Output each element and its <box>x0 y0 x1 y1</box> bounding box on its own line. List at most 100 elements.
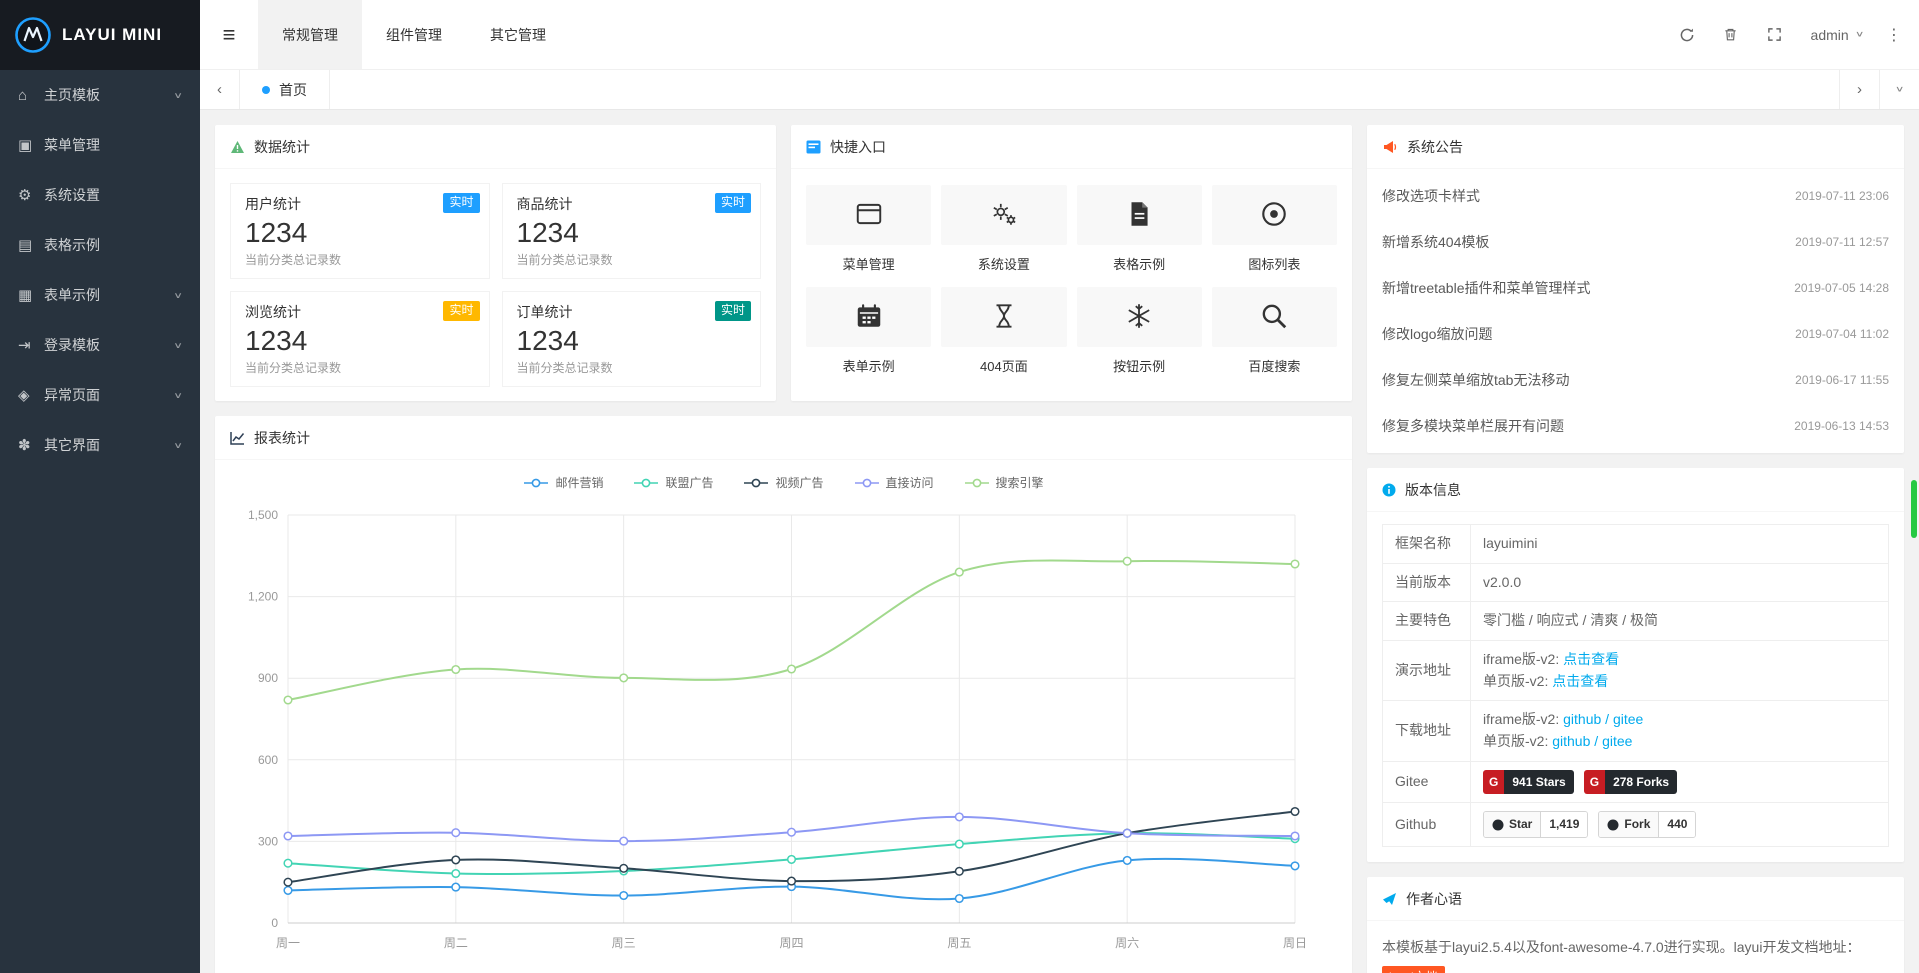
logo-icon <box>14 16 52 54</box>
framework-name: layuimini <box>1471 525 1889 564</box>
layui-doc-badge[interactable]: layui文档 <box>1382 966 1445 973</box>
announcement-text: 修改logo缩放问题 <box>1382 324 1492 344</box>
legend-marker <box>523 478 549 488</box>
demo-link-onepage[interactable]: 点击查看 <box>1552 673 1608 689</box>
quick-entry-icons[interactable]: 图标列表 <box>1212 185 1337 273</box>
quick-entry-form[interactable]: 表单示例 <box>806 287 931 375</box>
announcement-item[interactable]: 新增系统404模板2019-07-11 12:57 <box>1382 219 1889 265</box>
window-icon: ▣ <box>18 136 44 154</box>
announcement-text: 新增系统404模板 <box>1382 232 1489 252</box>
paper-plane-icon <box>1382 892 1397 906</box>
quick-entry-baidu[interactable]: 百度搜索 <box>1212 287 1337 375</box>
stat-desc: 当前分类总记录数 <box>245 359 475 376</box>
stat-value: 1234 <box>245 217 475 249</box>
tab-strip: ‹ 首页 › ∨ <box>200 70 1919 110</box>
sidebar-item-label: 其它界面 <box>44 435 174 455</box>
report-line-chart: 03006009001,2001,500周一周二周三周四周五周六周日 <box>230 497 1335 967</box>
realtime-badge: 实时 <box>443 193 479 213</box>
svg-text:1,500: 1,500 <box>248 508 278 522</box>
tab-active-dot <box>262 86 270 94</box>
realtime-badge: 实时 <box>715 193 751 213</box>
sidebar-item-label: 登录模板 <box>44 335 174 355</box>
stat-value: 1234 <box>517 325 747 357</box>
gitee-badge[interactable]: G941 Stars <box>1483 770 1574 795</box>
github-badge[interactable]: Fork440 <box>1598 811 1696 838</box>
legend-item[interactable]: 直接访问 <box>854 474 934 491</box>
stat-desc: 当前分类总记录数 <box>517 359 747 376</box>
stat-box: 实时用户统计1234当前分类总记录数 <box>230 183 490 279</box>
file-icon: ▤ <box>18 236 44 254</box>
header-tab-general[interactable]: 常规管理 <box>258 0 362 69</box>
header-tabs: 常规管理组件管理其它管理 <box>258 0 570 69</box>
report-card: 报表统计 邮件营销联盟广告视频广告直接访问搜索引擎 03006009001,20… <box>215 416 1352 973</box>
svg-text:周日: 周日 <box>1283 936 1307 950</box>
quick-entry-card: 快捷入口 菜单管理系统设置表格示例图标列表表单示例404页面按钮示例百度搜索 <box>791 125 1352 401</box>
svg-text:周一: 周一 <box>276 936 300 950</box>
announcement-item[interactable]: 修复左侧菜单缩放tab无法移动2019-06-17 11:55 <box>1382 357 1889 403</box>
chevron-down-icon: ∨ <box>173 90 183 100</box>
fullscreen-icon[interactable] <box>1753 0 1797 69</box>
sidebar-item-login[interactable]: ⇥登录模板∨ <box>0 320 200 370</box>
quick-entry-table[interactable]: 表格示例 <box>1077 185 1202 273</box>
scrollbar-thumb[interactable] <box>1911 480 1917 538</box>
more-menu-icon[interactable]: ⋮ <box>1877 0 1911 69</box>
legend-item[interactable]: 邮件营销 <box>523 474 603 491</box>
announcement-item[interactable]: 新增treetable插件和菜单管理样式2019-07-05 14:28 <box>1382 265 1889 311</box>
quick-entry-settings[interactable]: 系统设置 <box>941 185 1066 273</box>
tab-scroll-left-icon[interactable]: ‹ <box>200 70 240 109</box>
sidebar-item-home[interactable]: ⌂主页模板∨ <box>0 70 200 120</box>
sidebar-item-error[interactable]: ◈异常页面∨ <box>0 370 200 420</box>
sidebar-item-other[interactable]: ✽其它界面∨ <box>0 420 200 470</box>
sidebar-item-menu[interactable]: ▣菜单管理 <box>0 120 200 170</box>
stat-label: 浏览统计 <box>245 302 475 322</box>
tab-scroll-right-icon[interactable]: › <box>1839 70 1879 109</box>
refresh-icon[interactable] <box>1665 0 1709 69</box>
demo-link-iframe[interactable]: 点击查看 <box>1563 651 1619 667</box>
legend-item[interactable]: 联盟广告 <box>633 474 713 491</box>
quick-entry-page404[interactable]: 404页面 <box>941 287 1066 375</box>
svg-text:周三: 周三 <box>612 936 636 950</box>
sidebar-toggle-icon[interactable]: ≡ <box>200 0 258 69</box>
version-row-label: 框架名称 <box>1383 525 1471 564</box>
chevron-down-icon: ∨ <box>1855 30 1865 39</box>
header-tab-component[interactable]: 组件管理 <box>362 0 466 69</box>
sidebar-item-form[interactable]: ▦表单示例∨ <box>0 270 200 320</box>
dot-circle-icon <box>1259 199 1289 232</box>
github-badge[interactable]: Star1,419 <box>1483 811 1588 838</box>
quick-entry-menu[interactable]: 菜单管理 <box>806 185 931 273</box>
svg-text:周二: 周二 <box>444 936 468 950</box>
announcement-item[interactable]: 修改logo缩放问题2019-07-04 11:02 <box>1382 311 1889 357</box>
legend-item[interactable]: 视频广告 <box>743 474 823 491</box>
snowflake-icon <box>1124 301 1154 334</box>
gitee-badge[interactable]: G278 Forks <box>1584 770 1677 795</box>
download-link-github[interactable]: github <box>1552 733 1590 749</box>
announcement-item[interactable]: 修改选项卡样式2019-07-11 23:06 <box>1382 173 1889 219</box>
tab-home[interactable]: 首页 <box>240 70 330 109</box>
asterisk-icon: ✽ <box>18 436 44 454</box>
gitee-icon: G <box>1584 770 1605 795</box>
quick-entry-buttons[interactable]: 按钮示例 <box>1077 287 1202 375</box>
legend-marker <box>743 478 769 488</box>
announcement-text: 修复多模块菜单栏展开有问题 <box>1382 416 1564 436</box>
realtime-badge: 实时 <box>443 301 479 321</box>
download-link-gitee[interactable]: gitee <box>1613 711 1643 727</box>
tab-operations-dropdown-icon[interactable]: ∨ <box>1879 70 1919 109</box>
tab-home-label: 首页 <box>279 80 307 100</box>
app-logo[interactable]: LAYUI MINI <box>0 0 200 70</box>
user-dropdown[interactable]: admin ∨ <box>1797 0 1877 69</box>
clear-cache-icon[interactable] <box>1709 0 1753 69</box>
gears-icon <box>989 199 1019 232</box>
legend-item[interactable]: 搜索引擎 <box>964 474 1044 491</box>
download-link-gitee[interactable]: gitee <box>1602 733 1632 749</box>
report-card-title: 报表统计 <box>254 428 310 448</box>
info-circle-icon <box>1382 483 1396 497</box>
main-area: ≡ 常规管理组件管理其它管理 admin ∨ ⋮ <box>200 0 1919 973</box>
svg-text:周四: 周四 <box>779 936 803 950</box>
sidebar-item-settings[interactable]: ⚙系统设置 <box>0 170 200 220</box>
version-row-label: Gitee <box>1383 761 1471 803</box>
sidebar-item-table[interactable]: ▤表格示例 <box>0 220 200 270</box>
version-row-label: 当前版本 <box>1383 563 1471 602</box>
announcement-item[interactable]: 修复多模块菜单栏展开有问题2019-06-13 14:53 <box>1382 403 1889 449</box>
header-tab-other[interactable]: 其它管理 <box>466 0 570 69</box>
download-link-github[interactable]: github <box>1563 711 1601 727</box>
